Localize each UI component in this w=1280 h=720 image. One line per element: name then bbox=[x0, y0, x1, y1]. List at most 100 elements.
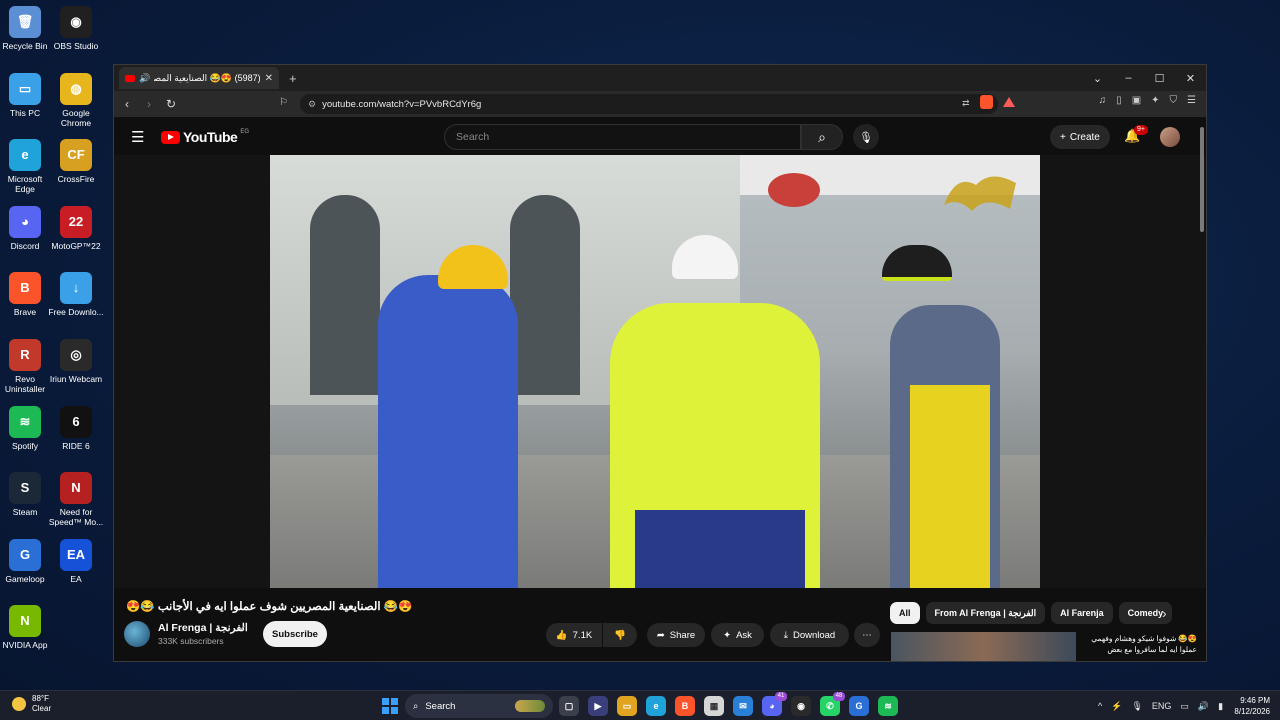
video-worker-blue bbox=[378, 275, 518, 588]
gameloop-icon[interactable]: G bbox=[849, 696, 869, 716]
language-indicator[interactable]: ENG bbox=[1152, 701, 1172, 711]
recommended-video-title[interactable]: 😍😂 شوفوا شيكو وهشام وفهمي عملوا ايه لما … bbox=[1079, 633, 1197, 655]
desktop-icon[interactable]: ◎ Iriun Webcam bbox=[48, 339, 104, 384]
desktop-icon[interactable]: B Brave bbox=[0, 272, 53, 317]
video-player[interactable] bbox=[114, 155, 1206, 588]
reload-button[interactable]: ↻ bbox=[164, 97, 178, 111]
bookmark-icon[interactable]: ⚐ bbox=[279, 97, 288, 108]
spotify-icon[interactable]: ≋ bbox=[878, 696, 898, 716]
mail-icon[interactable]: ✉ bbox=[733, 696, 753, 716]
desktop-icon[interactable]: N NVIDIA App bbox=[0, 605, 53, 650]
desktop-icon[interactable]: 🗑 Recycle Bin bbox=[0, 6, 53, 51]
network-icon[interactable]: ⚡ bbox=[1111, 701, 1122, 712]
desktop-icon[interactable]: EA EA bbox=[48, 538, 104, 584]
taskbar-clock[interactable]: 9:46 PM 8/12/2026 bbox=[1228, 695, 1270, 717]
back-button[interactable]: ‹ bbox=[120, 97, 134, 111]
display-icon[interactable]: ▭ bbox=[1180, 701, 1189, 712]
desktop-icon[interactable]: R Revo Uninstaller bbox=[0, 339, 53, 394]
search-icon: ⌕ bbox=[413, 700, 419, 712]
wallet-icon[interactable]: ▣ bbox=[1132, 95, 1141, 106]
more-actions-button[interactable]: ⋯ bbox=[854, 623, 880, 647]
edge-icon[interactable]: e bbox=[646, 696, 666, 716]
taskbar-search[interactable]: ⌕ Search bbox=[405, 694, 553, 718]
download-icon: ⤓ bbox=[783, 629, 788, 641]
desktop-icon[interactable]: ↓ Free Downlo... bbox=[48, 272, 104, 317]
chevron-right-icon[interactable]: › bbox=[1162, 605, 1167, 621]
youtube-logo[interactable]: YouTube EG bbox=[161, 129, 249, 145]
weather-widget[interactable]: 88°F Clear bbox=[12, 694, 51, 714]
browser-right-tools: ♫ ▯ ▣ ✦ ⛉ ☰ bbox=[1099, 95, 1196, 106]
chip-from-channel[interactable]: From Al Frenga | الفرنجة bbox=[925, 602, 1046, 624]
obs-icon[interactable]: ◉ bbox=[791, 696, 811, 716]
desktop-icon[interactable]: 22 MotoGP™22 bbox=[48, 205, 104, 251]
volume-icon[interactable]: 🔊 bbox=[1198, 701, 1209, 712]
app-icon: ◍ bbox=[60, 72, 92, 105]
chip-all[interactable]: All bbox=[890, 602, 920, 624]
ask-button[interactable]: ✦ Ask bbox=[711, 623, 764, 647]
brave-shields-icon[interactable] bbox=[980, 95, 993, 109]
channel-avatar[interactable] bbox=[124, 621, 150, 647]
video-frame[interactable] bbox=[270, 155, 1040, 588]
dislike-button[interactable]: 👎 bbox=[603, 623, 637, 647]
share-button[interactable]: ➦ Share bbox=[647, 623, 705, 647]
task-view-icon[interactable]: ▢ bbox=[559, 696, 579, 716]
chevron-up-icon[interactable]: ^ bbox=[1098, 701, 1102, 711]
file-explorer-icon[interactable]: ▭ bbox=[617, 696, 637, 716]
desktop-icon[interactable]: G Gameloop bbox=[0, 538, 53, 584]
scrollbar-thumb[interactable] bbox=[1200, 127, 1204, 232]
chip-al-farenja[interactable]: Al Farenja bbox=[1051, 602, 1113, 624]
desktop-icon-label: OBS Studio bbox=[53, 41, 99, 51]
desktop-icon[interactable]: 6 RIDE 6 bbox=[48, 405, 104, 451]
page-scrollbar[interactable] bbox=[1199, 119, 1205, 661]
maximize-button[interactable]: ☐ bbox=[1144, 72, 1175, 85]
voice-search-button[interactable]: 🎙 bbox=[853, 124, 879, 150]
address-bar[interactable]: ⚙ youtube.com/watch?v=PVvbRCdYr6g ⇄ ▭ bbox=[300, 94, 998, 114]
forward-button[interactable]: › bbox=[142, 97, 156, 111]
close-window-button[interactable]: ✕ bbox=[1175, 72, 1206, 85]
desktop-icon[interactable]: ▭ This PC bbox=[0, 72, 53, 118]
taskbar: 88°F Clear ⌕ Search ▢ ▶ ▭ e B ▦ ✉ ◕ 41 ◉… bbox=[0, 690, 1280, 720]
download-button[interactable]: ⤓ Download bbox=[770, 623, 849, 647]
mic-tray-icon[interactable]: 🎙 bbox=[1131, 701, 1142, 712]
video-worker-pants bbox=[635, 510, 805, 588]
desktop-icon-label: Gameloop bbox=[5, 573, 45, 584]
store-icon[interactable]: ▦ bbox=[704, 696, 724, 716]
create-button[interactable]: + Create bbox=[1050, 125, 1110, 149]
battery-icon[interactable]: ▮ bbox=[1218, 701, 1223, 712]
desktop-icon[interactable]: S Steam bbox=[0, 472, 53, 517]
new-tab-button[interactable]: + bbox=[289, 71, 297, 86]
desktop-icon[interactable]: ≋ Spotify bbox=[0, 405, 53, 451]
desktop-icon[interactable]: CF CrossFire bbox=[48, 139, 104, 184]
sidebar-icon[interactable]: ▯ bbox=[1116, 95, 1122, 106]
desktop-icon[interactable]: ◍ Google Chrome bbox=[48, 72, 104, 128]
channel-name[interactable]: Al Frenga | الفرنجة bbox=[158, 622, 248, 634]
minimize-button[interactable]: – bbox=[1113, 72, 1144, 84]
tab-search-button[interactable]: ⌄ bbox=[1082, 72, 1113, 85]
recommended-video-thumbnail[interactable] bbox=[891, 632, 1076, 661]
brave-icon[interactable]: B bbox=[675, 696, 695, 716]
browser-tab[interactable]: 🔊 (5987) 😍😂 الصنايعية المصر ✕ bbox=[119, 67, 279, 89]
like-button[interactable]: 👍 7.1K bbox=[546, 623, 602, 647]
brave-rewards-icon[interactable] bbox=[1003, 97, 1015, 107]
start-button[interactable] bbox=[382, 698, 398, 714]
speaker-icon[interactable]: 🔊 bbox=[139, 73, 150, 84]
search-highlight-image bbox=[515, 700, 545, 712]
menu-icon[interactable]: ☰ bbox=[1187, 95, 1196, 106]
desktop-icon[interactable]: N Need for Speed™ Mo... bbox=[48, 472, 104, 527]
search-input[interactable]: Search bbox=[444, 124, 801, 150]
site-info-icon[interactable]: ⚙ bbox=[308, 99, 316, 110]
translate-icon[interactable]: ⇄ bbox=[962, 98, 970, 109]
desktop-icon[interactable]: e Microsoft Edge bbox=[0, 139, 53, 194]
media-icon[interactable]: ♫ bbox=[1099, 95, 1107, 106]
desktop-icon[interactable]: ◉ OBS Studio bbox=[48, 6, 104, 51]
desktop-icon[interactable]: ◕ Discord bbox=[0, 205, 53, 251]
copilot-icon[interactable]: ▶ bbox=[588, 696, 608, 716]
video-yellow-apron bbox=[910, 385, 990, 588]
extensions-icon[interactable]: ✦ bbox=[1151, 95, 1159, 106]
subscribe-button[interactable]: Subscribe bbox=[263, 621, 327, 647]
vpn-icon[interactable]: ⛉ bbox=[1170, 95, 1178, 106]
search-button[interactable]: ⌕ bbox=[801, 124, 843, 150]
hamburger-menu-icon[interactable]: ☰ bbox=[131, 128, 144, 146]
account-avatar[interactable] bbox=[1160, 127, 1180, 147]
close-tab-icon[interactable]: ✕ bbox=[265, 73, 273, 84]
